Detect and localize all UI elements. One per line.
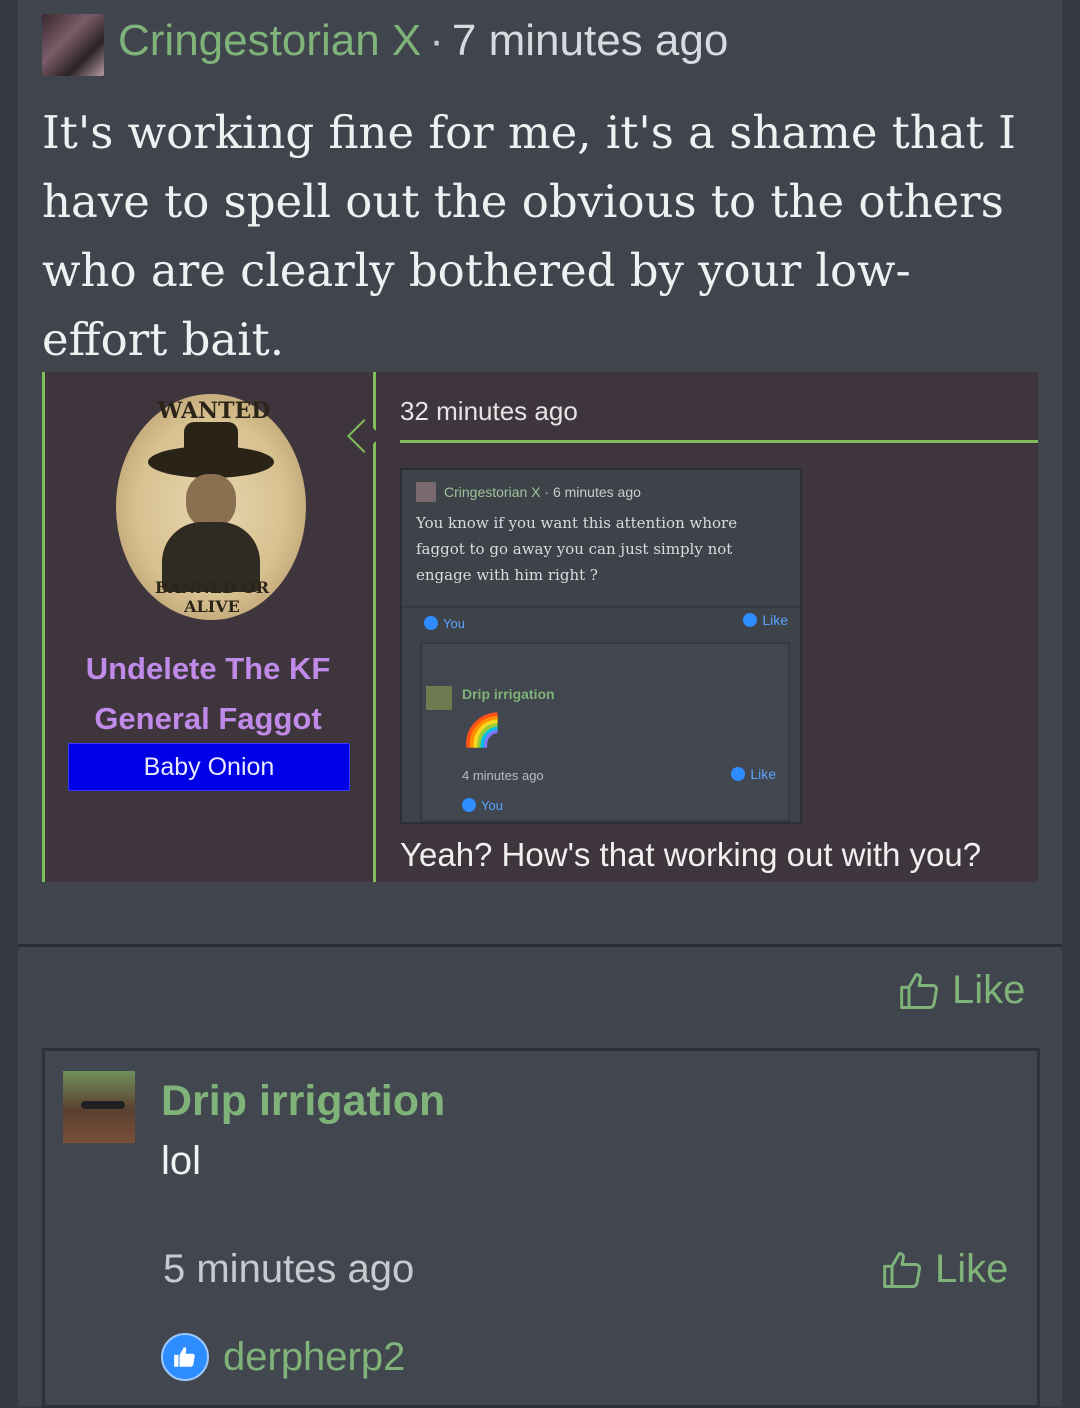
quote-text: Yeah? How's that working out with you? bbox=[400, 836, 982, 873]
user-badge: Baby Onion bbox=[68, 743, 350, 791]
liked-by-row: derpherp2 bbox=[161, 1333, 405, 1381]
header-separator: · bbox=[429, 16, 444, 65]
reply-like-button[interactable]: Like bbox=[881, 1247, 1008, 1292]
inner-meta: · 6 minutes ago bbox=[540, 484, 641, 500]
reply-avatar[interactable] bbox=[63, 1071, 135, 1143]
like-label: Like bbox=[952, 968, 1026, 1012]
rainbow-emoji: 🌈 bbox=[462, 712, 502, 748]
inner-you: You bbox=[424, 616, 465, 631]
inner-body: You know if you want this attention whor… bbox=[416, 514, 738, 584]
like-reaction-icon bbox=[161, 1333, 209, 1381]
inner-separator bbox=[402, 606, 800, 608]
quote-timestamp: 32 minutes ago bbox=[400, 396, 578, 426]
reply-author-link[interactable]: Drip irrigation bbox=[161, 1077, 445, 1126]
inner-reply: Drip irrigation 🌈 4 minutes ago Like You bbox=[420, 642, 790, 822]
reply-like-label: Like bbox=[935, 1247, 1009, 1291]
inner-screenshot: Cringestorian X · 6 minutes ago You know… bbox=[400, 468, 802, 824]
inner-header: Cringestorian X · 6 minutes ago bbox=[444, 484, 641, 500]
wanted-bottom-text: BANNED OR ALIVE bbox=[154, 578, 270, 616]
poster-face bbox=[186, 474, 236, 528]
inner-reply-you: You bbox=[462, 798, 503, 813]
post-timestamp[interactable]: 7 minutes ago bbox=[452, 16, 728, 65]
reply-text: lol bbox=[161, 1139, 202, 1183]
like-button[interactable]: Like bbox=[898, 968, 1025, 1013]
post-header: Cringestorian X · 7 minutes ago bbox=[118, 16, 728, 76]
post-body: It's working fine for me, it's a shame t… bbox=[42, 106, 1016, 366]
user-title: Undelete The KF General Faggot bbox=[85, 651, 331, 736]
thumbs-up-icon bbox=[900, 972, 938, 1009]
inner-reply-author: Drip irrigation bbox=[462, 686, 555, 702]
post-footer-divider bbox=[18, 944, 1062, 947]
inner-like: Like bbox=[743, 612, 788, 628]
inner-reply-like: Like bbox=[731, 766, 776, 782]
author-name-link[interactable]: Cringestorian X bbox=[118, 16, 421, 65]
inner-reply-avatar bbox=[426, 686, 452, 710]
wanted-top-text: WANTED bbox=[157, 398, 271, 424]
quoted-screenshot: WANTED BANNED OR ALIVE Undelete The KF G… bbox=[42, 372, 1038, 882]
author-avatar[interactable] bbox=[42, 14, 104, 76]
quote-divider bbox=[373, 372, 376, 882]
inner-avatar bbox=[416, 482, 436, 502]
inner-reply-time: 4 minutes ago bbox=[462, 768, 544, 783]
quote-rule bbox=[400, 440, 1038, 443]
reply-card: Drip irrigation lol 5 minutes ago Like d… bbox=[42, 1048, 1040, 1408]
inner-author: Cringestorian X bbox=[444, 484, 541, 500]
wanted-poster-avatar: WANTED BANNED OR ALIVE bbox=[116, 394, 306, 620]
drip-pipe-graphic bbox=[81, 1101, 125, 1109]
liker-name-link[interactable]: derpherp2 bbox=[223, 1335, 405, 1380]
reply-timestamp[interactable]: 5 minutes ago bbox=[163, 1247, 414, 1292]
quote-left-border bbox=[42, 372, 45, 882]
thumbs-up-icon bbox=[883, 1251, 921, 1288]
